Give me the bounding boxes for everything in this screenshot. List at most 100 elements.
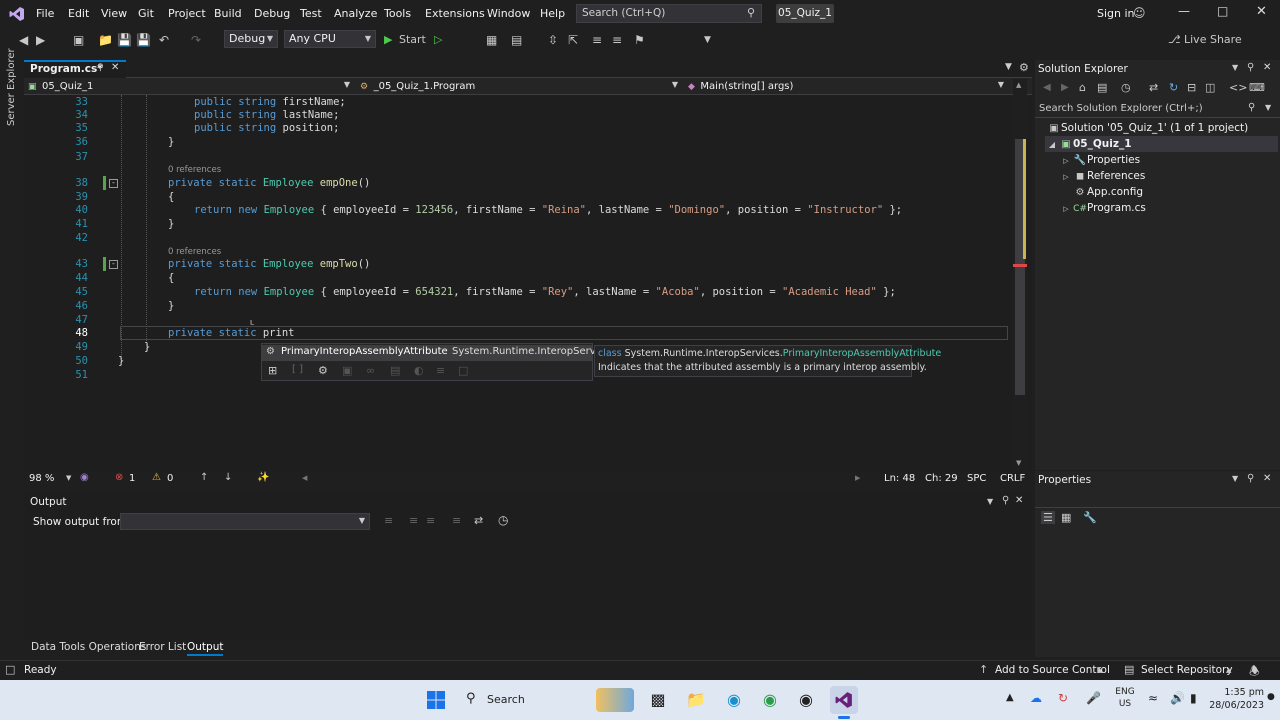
tab-program-cs[interactable]: Program.cs* ⚲ ✕ [24, 60, 126, 78]
nav-class-dropdown[interactable]: ⚙ _05_Quiz_1.Program ▼ [360, 79, 682, 94]
clear-all-icon[interactable]: ≡ [452, 514, 461, 527]
save-icon[interactable]: 💾 [117, 32, 132, 48]
menu-build[interactable]: Build [214, 7, 242, 20]
live-share-button[interactable]: Live Share [1184, 32, 1242, 48]
previous-issue-icon[interactable]: ↑ [200, 472, 208, 483]
switch-views-icon[interactable]: ▤ [1097, 81, 1107, 94]
code-view-icon[interactable]: <> [1229, 81, 1247, 94]
pin-icon[interactable]: ⚲ [1002, 495, 1009, 506]
expanded-arrow-icon[interactable]: ◢ [1045, 137, 1059, 153]
widgets-icon[interactable] [596, 688, 634, 712]
menu-extensions[interactable]: Extensions [425, 7, 485, 20]
minimize-icon[interactable]: — [1178, 4, 1190, 18]
tree-item-solution[interactable]: ▣ Solution '05_Quiz_1' (1 of 1 project) [1047, 120, 1248, 136]
repository-icon[interactable]: ▤ [1124, 663, 1134, 676]
windows-start-icon[interactable] [427, 691, 445, 709]
new-project-icon[interactable]: ▣ [73, 32, 84, 48]
completion-item[interactable]: ⚙ PrimaryInteropAssemblyAttribute System… [262, 345, 615, 361]
server-explorer-side-tab[interactable]: Server Explorer [4, 48, 22, 130]
filter-keywords-icon[interactable]: [ ] [292, 364, 303, 375]
code-cleanup-icon[interactable]: ✨ [257, 472, 269, 483]
settings-gear-icon[interactable]: ⚙ [1019, 61, 1029, 74]
microphone-icon[interactable]: 🎤 [1086, 691, 1101, 705]
configuration-dropdown[interactable]: Debug ▼ [224, 30, 278, 48]
language-indicator[interactable]: ENG US [1112, 686, 1138, 714]
close-tab-icon[interactable]: ✕ [111, 62, 119, 73]
taskbar-search[interactable]: ⚲ Search [458, 688, 588, 712]
tree-item-references[interactable]: ▷ ◼ References [1059, 168, 1145, 184]
tree-item-program-cs[interactable]: ▷ C#Program.cs [1059, 200, 1146, 216]
collapsed-arrow-icon[interactable]: ▷ [1059, 169, 1073, 185]
select-repository-button[interactable]: Select Repository [1141, 664, 1233, 676]
tree-item-app-config[interactable]: ⚙ App.config [1073, 184, 1143, 200]
error-count[interactable]: 1 [129, 473, 135, 484]
scroll-right-icon[interactable]: ▶ [855, 474, 860, 482]
line-ending-indicator[interactable]: CRLF [1000, 473, 1025, 484]
close-panel-icon[interactable]: ✕ [1263, 473, 1271, 484]
filter-delegates-icon[interactable]: ▤ [390, 364, 400, 377]
live-share-icon[interactable]: ⎇ [1168, 32, 1181, 48]
volume-icon[interactable]: 🔊 [1170, 691, 1185, 705]
maximize-icon[interactable]: □ [1217, 4, 1228, 18]
step-icon[interactable]: ⇳ [548, 32, 558, 48]
scroll-left-icon[interactable]: ◀ [302, 474, 307, 482]
collapse-icon[interactable]: - [109, 179, 118, 188]
editor-vertical-scrollbar[interactable]: ▲ ▼ [1013, 79, 1027, 471]
tab-overflow-icon[interactable]: ▼ [1005, 62, 1012, 72]
onedrive-icon[interactable]: ☁ [1030, 691, 1042, 705]
chevron-down-icon[interactable]: ▼ [66, 474, 71, 482]
tree-item-properties[interactable]: ▷ 🔧Properties [1059, 152, 1140, 168]
tab-output[interactable]: Output [187, 641, 224, 656]
categorized-icon[interactable]: ☰ [1041, 511, 1055, 524]
alphabetical-icon[interactable]: ▦ [1061, 511, 1071, 524]
edge-browser-icon[interactable]: ◉ [720, 686, 748, 714]
show-all-files-icon[interactable]: ◫ [1205, 81, 1215, 94]
intellicode-icon[interactable]: ◉ [80, 472, 89, 483]
wifi-icon[interactable]: ≈ [1148, 691, 1158, 705]
word-wrap-icon[interactable]: ⇄ [474, 514, 483, 527]
source-control-icon[interactable]: ↑ [979, 663, 988, 676]
scroll-up-icon[interactable]: ▲ [1016, 81, 1021, 89]
menu-window[interactable]: Window [487, 7, 530, 20]
pending-changes-icon[interactable]: ◷ [1121, 81, 1131, 94]
redo-icon[interactable]: ↷ [191, 32, 201, 48]
output-source-dropdown[interactable]: ▼ [120, 513, 370, 530]
undo-icon[interactable]: ↶ [159, 32, 169, 48]
battery-icon[interactable]: ▮ [1190, 691, 1197, 705]
menu-test[interactable]: Test [300, 7, 322, 20]
close-panel-icon[interactable]: ✕ [1015, 495, 1023, 506]
comment-icon[interactable]: ≡ [592, 32, 602, 48]
collapsed-arrow-icon[interactable]: ▷ [1059, 153, 1073, 169]
chevron-up-icon[interactable]: ▲ [1097, 666, 1102, 674]
previous-message-icon[interactable]: ≡ [409, 514, 418, 527]
refresh-icon[interactable]: ↻ [1169, 81, 1178, 94]
line-indicator[interactable]: Ln: 48 [884, 473, 915, 484]
filter-structs-icon[interactable]: ▣ [342, 364, 352, 377]
collapsed-arrow-icon[interactable]: ▷ [1059, 201, 1073, 217]
pin-icon[interactable]: ⚲ [1247, 473, 1254, 484]
code-editor[interactable] [24, 60, 1032, 488]
start-icon[interactable]: ▶ [384, 32, 392, 48]
properties-icon[interactable]: ⌨ [1249, 81, 1265, 94]
sign-in-link[interactable]: Sign in [1097, 7, 1135, 20]
bookmark-icon[interactable]: ⚑ [634, 32, 645, 48]
collapse-icon[interactable]: - [109, 260, 118, 269]
scroll-down-icon[interactable]: ▼ [1016, 459, 1021, 467]
account-icon[interactable]: ☺ [1133, 6, 1146, 20]
platform-dropdown[interactable]: Any CPU ▼ [284, 30, 376, 48]
forward-icon[interactable]: ▶ [36, 32, 45, 48]
home-icon[interactable]: ⌂ [1079, 81, 1086, 94]
browse-icon[interactable]: ▦ [486, 32, 497, 48]
start-button[interactable]: Start [399, 32, 426, 48]
solution-explorer-search[interactable]: Search Solution Explorer (Ctrl+;) ⚲ ▼ [1035, 101, 1280, 118]
menu-git[interactable]: Git [138, 7, 154, 20]
code-lens-references[interactable]: 0 references [168, 165, 221, 176]
filter-namespaces-icon[interactable]: ⊞ [268, 364, 277, 377]
filter-enums-icon[interactable]: ∞ [366, 364, 375, 377]
menu-tools[interactable]: Tools [384, 7, 411, 20]
breakpoint-icon[interactable]: ⇱ [568, 32, 578, 48]
back-icon[interactable]: ◀ [1043, 82, 1051, 93]
chrome-browser-icon[interactable]: ◉ [756, 686, 784, 714]
back-icon[interactable]: ◀ [19, 32, 28, 48]
close-window-icon[interactable]: ✕ [1256, 4, 1267, 19]
